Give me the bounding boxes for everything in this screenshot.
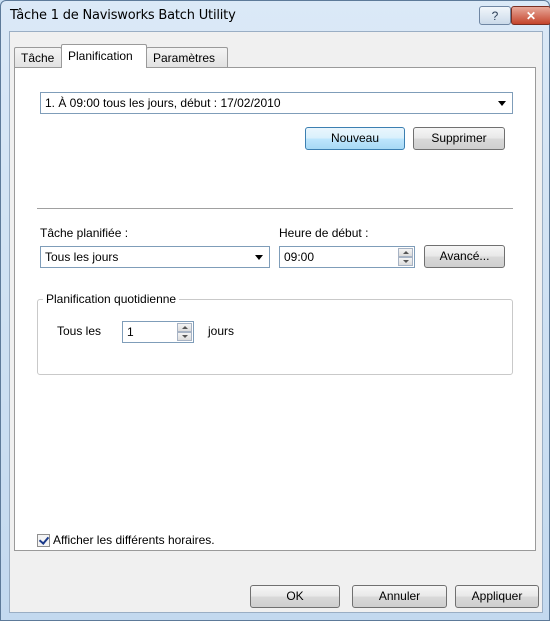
scheduled-task-select[interactable]: Tous les jours bbox=[40, 246, 270, 268]
spin-up-icon[interactable] bbox=[398, 248, 413, 257]
chevron-down-icon bbox=[498, 101, 506, 106]
spin-down-icon[interactable] bbox=[177, 332, 192, 341]
scheduled-task-label: Tâche planifiée : bbox=[40, 226, 129, 240]
start-time-label: Heure de début : bbox=[279, 226, 369, 240]
help-icon: ? bbox=[491, 8, 499, 23]
every-label: Tous les bbox=[57, 324, 102, 338]
show-schedules-checkbox[interactable] bbox=[37, 534, 50, 547]
tab-planification[interactable]: Planification bbox=[61, 44, 147, 68]
title-bar[interactable]: Tâche 1 de Navisworks Batch Utility ? ✕ bbox=[1, 1, 550, 31]
dialog-window: Tâche 1 de Navisworks Batch Utility ? ✕ … bbox=[0, 0, 550, 621]
apply-button[interactable]: Appliquer bbox=[455, 585, 539, 608]
days-unit-label: jours bbox=[208, 324, 235, 338]
divider bbox=[37, 208, 513, 209]
daily-schedule-group bbox=[37, 299, 513, 375]
daily-schedule-title: Planification quotidienne bbox=[43, 292, 180, 306]
start-time-input[interactable]: 09:00 bbox=[279, 246, 415, 268]
close-button[interactable]: ✕ bbox=[511, 6, 550, 25]
cancel-button[interactable]: Annuler bbox=[352, 585, 447, 608]
spin-up-icon[interactable] bbox=[177, 323, 192, 332]
schedule-select[interactable]: 1. À 09:00 tous les jours, début : 17/02… bbox=[40, 92, 513, 114]
scheduled-task-value: Tous les jours bbox=[45, 250, 119, 264]
close-icon: ✕ bbox=[525, 8, 537, 23]
spin-down-icon[interactable] bbox=[398, 257, 413, 266]
help-button[interactable]: ? bbox=[479, 6, 511, 25]
window-title: Tâche 1 de Navisworks Batch Utility bbox=[10, 8, 236, 23]
every-days-value: 1 bbox=[127, 325, 134, 339]
planification-panel: 1. À 09:00 tous les jours, début : 17/02… bbox=[14, 67, 536, 551]
tab-task[interactable]: Tâche bbox=[14, 47, 62, 67]
delete-schedule-button[interactable]: Supprimer bbox=[413, 127, 505, 150]
schedule-select-value: 1. À 09:00 tous les jours, début : 17/02… bbox=[45, 96, 281, 110]
show-schedules-label[interactable]: Afficher les différents horaires. bbox=[53, 533, 215, 547]
new-schedule-button[interactable]: Nouveau bbox=[305, 127, 405, 150]
dialog-client-area: Tâche Planification Paramètres 1. À 09:0… bbox=[9, 31, 543, 613]
ok-button[interactable]: OK bbox=[250, 585, 340, 608]
advanced-button[interactable]: Avancé... bbox=[424, 245, 505, 268]
start-time-value: 09:00 bbox=[284, 250, 315, 264]
tab-parametres[interactable]: Paramètres bbox=[146, 47, 228, 67]
chevron-down-icon bbox=[255, 255, 263, 260]
every-days-input[interactable]: 1 bbox=[122, 321, 194, 343]
